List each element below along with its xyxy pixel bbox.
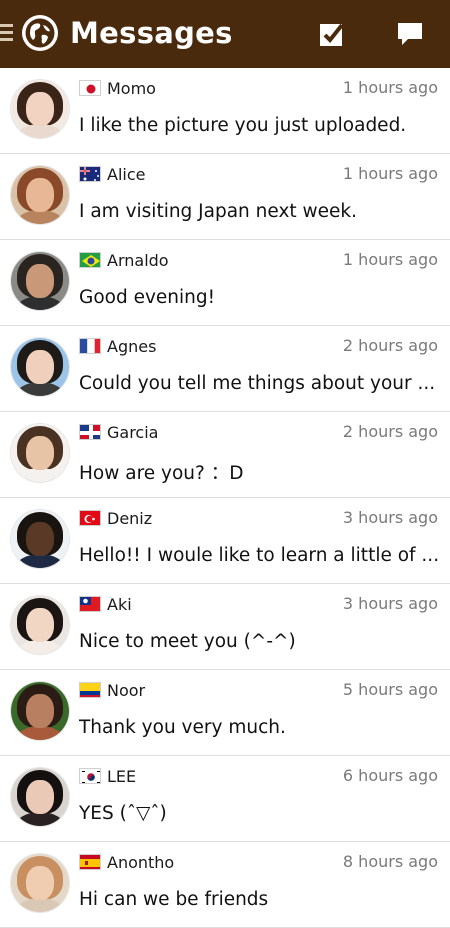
sender-name: Anontho <box>107 853 175 872</box>
japan-flag-icon <box>79 80 101 96</box>
brazil-flag-icon <box>79 252 101 268</box>
avatar[interactable] <box>11 80 69 138</box>
avatar[interactable] <box>11 338 69 396</box>
message-time: 2 hours ago <box>342 336 438 355</box>
message-preview: Good evening! <box>79 287 216 308</box>
avatar[interactable] <box>11 596 69 654</box>
conversation-row-aki[interactable]: Aki 3 hours ago Nice to meet you (^-^) <box>0 584 450 670</box>
sender-name: LEE <box>107 767 137 786</box>
avatar[interactable] <box>11 424 69 482</box>
conversation-row-noor[interactable]: Noor 5 hours ago Thank you very much. <box>0 670 450 756</box>
message-preview: Hello!! I woule like to learn a little o… <box>79 545 439 566</box>
sender-name: Momo <box>107 79 156 98</box>
globe-icon[interactable] <box>20 13 60 53</box>
conversation-row-agnes[interactable]: Agnes 2 hours ago Could you tell me thin… <box>0 326 450 412</box>
conversation-row-anontho[interactable]: Anontho 8 hours ago Hi can we be friends <box>0 842 450 928</box>
conversation-row-garcia[interactable]: Garcia 2 hours ago How are you? ：D <box>0 412 450 498</box>
taiwan-flag-icon <box>79 596 101 612</box>
page-title: Messages <box>70 16 233 50</box>
message-time: 2 hours ago <box>342 422 438 441</box>
message-preview: I like the picture you just uploaded. <box>79 115 407 136</box>
avatar[interactable] <box>11 768 69 826</box>
message-time: 5 hours ago <box>342 680 438 699</box>
app-bar: Messages <box>0 0 450 68</box>
message-preview: I am visiting Japan next week. <box>79 201 358 222</box>
sender-name: Aki <box>107 595 132 614</box>
conversation-row-momo[interactable]: Momo 1 hours ago I like the picture you … <box>0 68 450 154</box>
conversation-row-lee[interactable]: LEE 6 hours ago YES (ˆ▽ˆ) <box>0 756 450 842</box>
colombia-flag-icon <box>79 682 101 698</box>
compose-message-icon[interactable] <box>395 20 425 48</box>
conversation-row-deniz[interactable]: Deniz 3 hours ago Hello!! I woule like t… <box>0 498 450 584</box>
message-preview: YES (ˆ▽ˆ) <box>79 803 167 824</box>
message-time: 1 hours ago <box>342 78 438 97</box>
avatar[interactable] <box>11 682 69 740</box>
message-preview: How are you? ：D <box>79 463 244 484</box>
avatar[interactable] <box>11 252 69 310</box>
turkey-flag-icon <box>79 510 101 526</box>
message-list: Momo 1 hours ago I like the picture you … <box>0 68 450 928</box>
message-preview: Nice to meet you (^-^) <box>79 631 296 652</box>
korea-flag-icon <box>79 768 101 784</box>
message-time: 3 hours ago <box>342 508 438 527</box>
message-preview: Could you tell me things about your ... <box>79 373 436 394</box>
france-flag-icon <box>79 338 101 354</box>
select-checkbox-icon[interactable] <box>318 20 346 48</box>
drawer-menu-icon[interactable] <box>0 24 13 44</box>
spain-flag-icon <box>79 854 101 870</box>
message-time: 3 hours ago <box>342 594 438 613</box>
message-time: 8 hours ago <box>342 852 438 871</box>
message-time: 1 hours ago <box>342 164 438 183</box>
conversation-row-arnaldo[interactable]: Arnaldo 1 hours ago Good evening! <box>0 240 450 326</box>
message-time: 6 hours ago <box>342 766 438 785</box>
sender-name: Alice <box>107 165 146 184</box>
avatar[interactable] <box>11 166 69 224</box>
sender-name: Agnes <box>107 337 157 356</box>
sender-name: Arnaldo <box>107 251 169 270</box>
conversation-row-alice[interactable]: Alice 1 hours ago I am visiting Japan ne… <box>0 154 450 240</box>
australia-flag-icon <box>79 166 101 182</box>
avatar[interactable] <box>11 854 69 912</box>
sender-name: Garcia <box>107 423 159 442</box>
message-time: 1 hours ago <box>342 250 438 269</box>
message-preview: Thank you very much. <box>79 717 286 738</box>
dominican-flag-icon <box>79 424 101 440</box>
sender-name: Deniz <box>107 509 153 528</box>
sender-name: Noor <box>107 681 146 700</box>
avatar[interactable] <box>11 510 69 568</box>
